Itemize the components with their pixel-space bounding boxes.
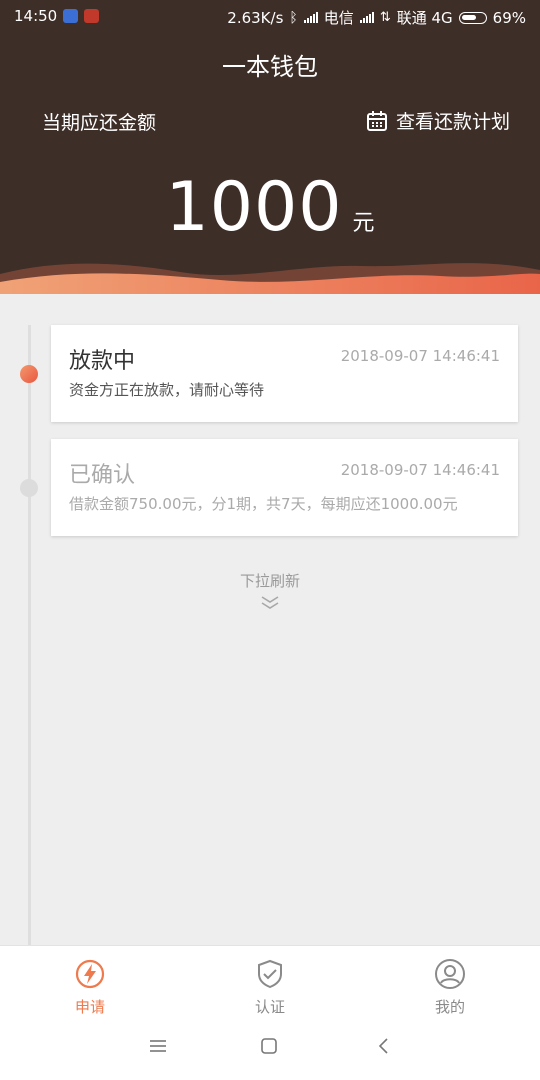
network-speed: 2.63K/s — [227, 8, 284, 27]
tab-label: 认证 — [254, 998, 285, 1016]
pull-to-refresh-hint: 下拉刷新 — [239, 572, 300, 590]
double-chevron-down-icon — [261, 596, 279, 609]
timeline-dot-active — [20, 365, 38, 383]
amount-display: 1000 元 — [0, 168, 540, 247]
card-time: 2018-09-07 14:46:41 — [340, 347, 500, 365]
status-time: 14:50 — [14, 7, 58, 25]
lightning-icon — [75, 959, 105, 989]
signal-icon — [303, 12, 318, 23]
app-title: 一本钱包 — [222, 53, 318, 81]
card-description: 资金方正在放款，请耐心等待 — [69, 381, 265, 399]
tab-mine[interactable]: 我的 — [400, 958, 500, 1017]
card-time: 2018-09-07 14:46:41 — [340, 461, 500, 479]
status-card-disbursing: 放款中 2018-09-07 14:46:41 资金方正在放款，请耐心等待 — [51, 325, 518, 422]
carrier-telecom: 电信 — [323, 9, 354, 27]
status-bar: 14:50 2.63K/s ᛒ 电信 ⇅ 联通 4G 69% — [0, 0, 540, 33]
tab-label: 申请 — [74, 998, 105, 1016]
header-wave-decoration — [0, 263, 540, 294]
card-title: 已确认 — [69, 463, 136, 488]
bottom-tab-bar: 申请 认证 我的 — [0, 945, 540, 1021]
home-icon[interactable] — [260, 1037, 278, 1055]
signal-icon-2 — [359, 12, 374, 23]
menu-icon[interactable] — [149, 1037, 167, 1055]
tab-verify[interactable]: 认证 — [220, 958, 320, 1017]
app-notification-icon — [84, 9, 100, 23]
card-description: 借款金额750.00元，分1期，共7天，每期应还1000.00元 — [69, 495, 458, 513]
battery-icon — [458, 11, 487, 24]
amount-value: 1000 — [165, 168, 343, 247]
user-icon — [435, 959, 465, 989]
bluetooth-icon: ᛒ — [289, 9, 298, 26]
timeline-dot-inactive — [20, 479, 38, 497]
card-title: 放款中 — [69, 349, 136, 374]
tab-label: 我的 — [434, 998, 465, 1016]
timeline-line — [28, 325, 31, 945]
repayment-plan-link[interactable]: 查看还款计划 — [366, 107, 510, 134]
data-transfer-icon: ⇅ — [379, 10, 391, 25]
period-amount-label: 当期应还金额 — [42, 112, 157, 134]
shield-app-icon — [63, 9, 79, 23]
battery-percent: 69% — [492, 8, 526, 27]
back-icon[interactable] — [375, 1037, 393, 1055]
status-card-confirmed: 已确认 2018-09-07 14:46:41 借款金额750.00元，分1期，… — [51, 439, 518, 536]
calendar-icon — [366, 110, 387, 131]
header: 一本钱包 当期应还金额 查看还款计划 1000 元 — [0, 33, 540, 294]
repayment-plan-label: 查看还款计划 — [395, 111, 510, 133]
system-nav-bar — [0, 1021, 540, 1080]
tab-apply[interactable]: 申请 — [40, 958, 140, 1017]
shield-check-icon — [258, 959, 282, 989]
amount-unit: 元 — [352, 211, 375, 236]
carrier-unicom: 联通 4G — [396, 9, 453, 27]
